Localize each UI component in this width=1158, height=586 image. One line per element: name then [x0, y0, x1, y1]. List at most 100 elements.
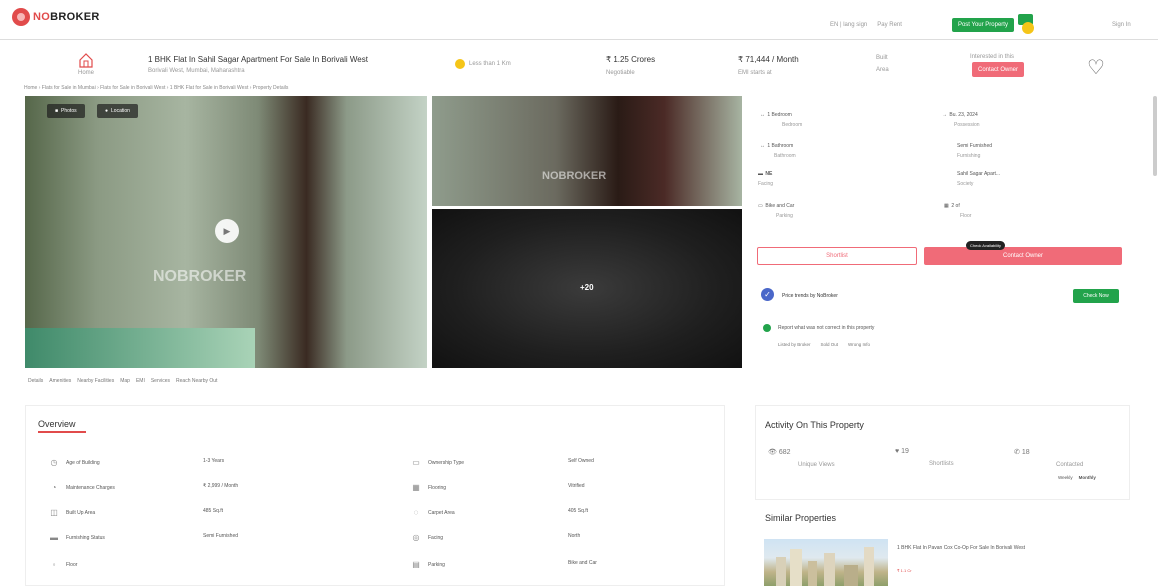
contact-owner-button[interactable]: Contact Owner: [924, 247, 1122, 265]
interested-label: Interested in this: [970, 54, 1015, 60]
activity-stat-contacted: ✆ 18 Contacted: [1014, 449, 1084, 468]
tab-map[interactable]: Map: [120, 378, 130, 384]
price-trend-icon: ✓: [761, 288, 774, 301]
report-option-wrong[interactable]: Wrong Info: [848, 342, 870, 347]
home-label: Home: [77, 70, 94, 76]
detail-possession: → Bu. 23, 2024 Possession: [942, 112, 980, 128]
tab-emi[interactable]: EMI: [136, 378, 145, 384]
calendar-icon: →: [942, 112, 947, 118]
sign-in-link[interactable]: Sign In: [1112, 22, 1131, 28]
overview-value: 485 Sq.ft: [203, 508, 224, 514]
facing-icon: ◎: [412, 533, 420, 542]
detail-bedroom: ↔ 1 Bedroom Bedroom: [760, 112, 803, 128]
activity-period-links: Weekly Monthly: [1058, 475, 1096, 480]
main-property-photo[interactable]: ■ Photos ● Location ▶ NOBROKER: [25, 96, 427, 368]
compass-icon: ▬: [758, 171, 763, 177]
more-photos-count[interactable]: +20: [580, 283, 594, 292]
nobroker-logo[interactable]: NOBROKER: [12, 8, 100, 26]
overview-item: ◎ Facing: [410, 533, 444, 542]
area-block: Built Area: [876, 55, 889, 73]
eye-icon: 👁: [768, 449, 777, 456]
home-button[interactable]: Home: [76, 52, 96, 78]
overview-item: ◔ Maintenance Charges: [48, 483, 115, 492]
check-now-button[interactable]: Check Now: [1073, 289, 1119, 303]
report-options: Listed by Broker Sold Out Wrong Info: [778, 342, 870, 347]
overview-value: Bike and Car: [568, 560, 597, 566]
play-video-icon[interactable]: ▶: [215, 219, 239, 243]
tab-reach-out[interactable]: Reach Nearby Out: [176, 378, 217, 384]
similar-property-price: ₹ 1.1 Cr: [897, 568, 912, 573]
similar-property-photo[interactable]: [764, 539, 888, 586]
monthly-link[interactable]: Monthly: [1079, 475, 1096, 480]
area-icon: ◫: [50, 508, 58, 517]
overview-value: Self Owned: [568, 458, 594, 464]
shortlist-button[interactable]: Shortlist: [757, 247, 917, 265]
overview-value: 1-3 Years: [203, 458, 225, 464]
breadcrumb[interactable]: Home › Flats for Sale in Mumbai › Flats …: [24, 85, 288, 91]
overview-underline: [38, 431, 86, 433]
property-photo-2[interactable]: NOBROKER: [432, 96, 742, 206]
city-buildings-illustration: [776, 547, 874, 586]
overview-item: ▦ Flooring: [410, 483, 446, 492]
top-right-nav: EN | lang sign Pay Rent Post Your Proper…: [830, 18, 1014, 32]
emi-block: ₹ 71,444 / Month EMI starts at: [738, 55, 799, 76]
section-tabs: Details Amenities Nearby Facilities Map …: [28, 378, 217, 384]
location-button[interactable]: ● Location: [97, 104, 138, 118]
emi-value: ₹ 71,444 / Month: [738, 55, 799, 64]
header-contact-owner-button[interactable]: Contact Owner: [972, 62, 1024, 77]
tab-nearby[interactable]: Nearby Facilities: [77, 378, 114, 384]
logo-mark-icon: [12, 8, 30, 26]
price-block: ₹ 1.25 Crores Negotiable: [606, 55, 655, 76]
home-icon: [79, 53, 93, 68]
maintenance-icon: ◔: [51, 483, 57, 492]
activity-stat-shortlists: ♥ 19 Shortlists: [895, 448, 954, 467]
bath-icon: ↔: [760, 143, 765, 149]
photos-label: Photos: [61, 108, 77, 114]
report-text: Report what was not correct in this prop…: [778, 325, 875, 331]
report-option-sold[interactable]: Sold Out: [821, 342, 839, 347]
phone-icon: ✆: [1014, 449, 1020, 456]
similar-property-title[interactable]: 1 BHK Flat In Pavan Cox Co-Op For Sale I…: [897, 545, 1025, 551]
overview-value: Semi Furnished: [203, 533, 239, 539]
clock-icon: ◷: [50, 458, 58, 467]
bed-icon: ↔: [760, 112, 765, 118]
overview-value: 405 Sq.ft: [568, 508, 589, 514]
overview-item: ▬ Furnishing Status: [50, 533, 105, 542]
property-title: 1 BHK Flat In Sahil Sagar Apartment For …: [148, 55, 368, 64]
detail-parking: ▭ Bike and Car Parking: [758, 203, 795, 219]
watermark-2: NOBROKER: [542, 170, 607, 182]
heart-icon: ♥: [895, 448, 900, 455]
badge-label: Less than 1 Km: [469, 61, 511, 67]
area-label: Area: [876, 67, 889, 73]
pay-rent-link[interactable]: Pay Rent: [877, 22, 902, 28]
car-icon: ▭: [758, 203, 763, 209]
price-trend-text: Price trends by NoBroker: [782, 293, 838, 299]
similar-properties-title: Similar Properties: [765, 513, 837, 523]
activity-title: Activity On This Property: [765, 420, 864, 430]
page-scrollbar[interactable]: [1153, 96, 1157, 176]
tab-amenities[interactable]: Amenities: [49, 378, 71, 384]
tab-details[interactable]: Details: [28, 378, 43, 384]
report-option-broker[interactable]: Listed by Broker: [778, 342, 811, 347]
ownership-icon: ▭: [412, 458, 420, 467]
overview-value: Vitrified: [568, 483, 585, 489]
user-avatar-icon[interactable]: [1022, 22, 1034, 34]
weekly-link[interactable]: Weekly: [1058, 475, 1073, 480]
report-icon: [763, 324, 771, 332]
detail-society: Sahil Sagar Apart... Society: [957, 171, 1001, 187]
carpet-icon: ◌: [413, 508, 419, 517]
badge-star-icon: [455, 59, 465, 69]
shortlist-heart-icon[interactable]: ♡: [1087, 55, 1105, 80]
post-property-button[interactable]: Post Your Property: [951, 18, 1014, 32]
language-selector[interactable]: EN | lang sign: [830, 22, 867, 28]
area-value: Built: [876, 55, 888, 61]
logo-prefix: NO: [33, 11, 51, 23]
price-value: ₹ 1.25 Crores: [606, 55, 656, 64]
sofa-icon: ▬: [50, 533, 58, 542]
overview-item: ◦ Floor: [48, 560, 78, 569]
overview-card: [25, 405, 725, 586]
floor-icon: ◦: [52, 560, 56, 569]
photos-button[interactable]: ■ Photos: [47, 104, 85, 118]
tab-services[interactable]: Services: [151, 378, 170, 384]
activity-stat-views: 👁 682 Unique Views: [768, 449, 835, 468]
